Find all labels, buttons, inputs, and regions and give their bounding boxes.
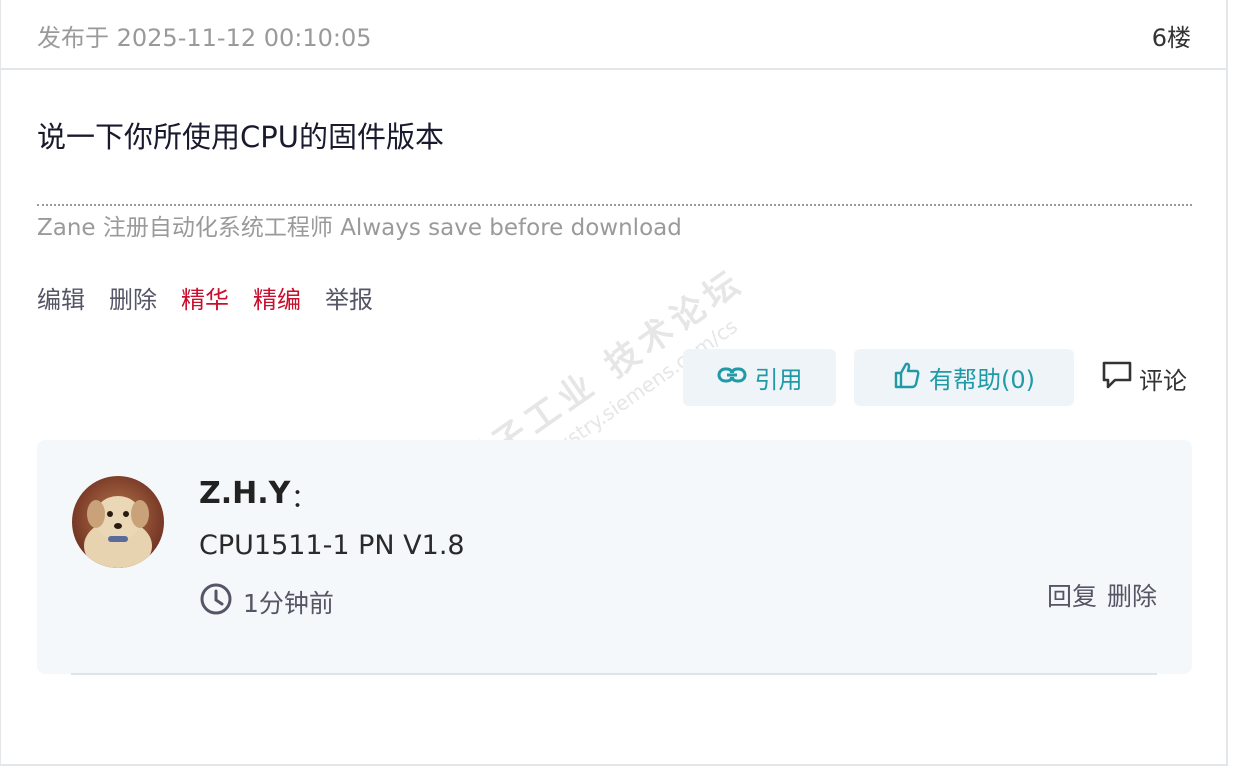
speech-bubble-icon xyxy=(1101,360,1133,396)
comment-author[interactable]: Z.H.Y xyxy=(199,476,290,511)
edit-link[interactable]: 编辑 xyxy=(37,280,85,315)
admin-actions: 编辑 删除 精华 精编 举报 xyxy=(37,280,373,315)
clock-icon xyxy=(199,582,233,622)
helpful-button[interactable]: 有帮助(0) xyxy=(854,349,1074,406)
comment-delete-link[interactable]: 删除 xyxy=(1107,577,1157,613)
avatar[interactable] xyxy=(72,476,164,568)
comment-time: 1分钟前 xyxy=(199,582,334,622)
quote-label: 引用 xyxy=(754,366,803,394)
reply-link[interactable]: 回复 xyxy=(1047,577,1097,613)
comment-item: Z.H.Y ： CPU1511-1 PN V1.8 1分钟前 回复 删除 xyxy=(37,440,1192,674)
comment-label: 评论 xyxy=(1139,366,1187,395)
comment-time-label: 1分钟前 xyxy=(243,589,334,618)
report-link[interactable]: 举报 xyxy=(325,280,373,315)
delete-link[interactable]: 删除 xyxy=(109,280,157,315)
comment-colon: ： xyxy=(291,484,318,514)
comment-divider xyxy=(71,673,1157,675)
user-signature: Zane 注册自动化系统工程师 Always save before downl… xyxy=(37,215,682,241)
post-time: 发布于 2025-11-12 00:10:05 xyxy=(37,24,372,52)
thumbs-up-icon xyxy=(893,361,921,395)
featured-link[interactable]: 精华 xyxy=(181,280,229,315)
comment-actions: 回复 删除 xyxy=(1047,577,1157,613)
comment-text: CPU1511-1 PN V1.8 xyxy=(199,530,465,561)
post-body: 说一下你所使用CPU的固件版本 xyxy=(37,120,444,154)
helpful-label: 有帮助(0) xyxy=(929,366,1035,394)
floor-number: 6楼 xyxy=(1151,24,1191,52)
card-header: 发布于 2025-11-12 00:10:05 6楼 xyxy=(1,0,1226,70)
reply-card: 发布于 2025-11-12 00:10:05 6楼 说一下你所使用CPU的固件… xyxy=(0,0,1228,766)
comment-button[interactable]: 评论 xyxy=(1101,360,1187,396)
quote-button[interactable]: 引用 xyxy=(683,349,836,406)
link-icon xyxy=(717,363,747,393)
edited-pick-link[interactable]: 精编 xyxy=(253,280,301,315)
signature-divider xyxy=(37,204,1192,206)
